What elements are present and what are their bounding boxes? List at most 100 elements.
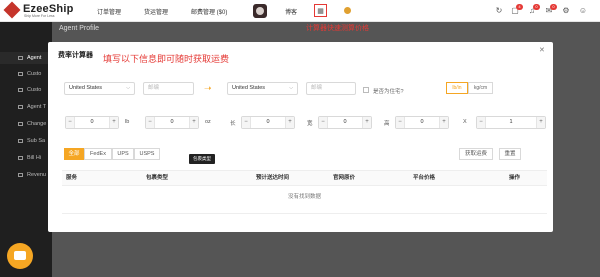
plus-icon[interactable]: + [285,117,294,128]
sidebar-item-label: Revenu [27,172,46,178]
page-title: Agent Profile [59,25,100,32]
sidebar: Agent Custo Custo Agent T Change Sub Sa … [0,22,52,277]
menu-icon [18,139,23,143]
to-country-value: United States [232,85,266,91]
quantity-stepper[interactable]: − 1 + [476,116,546,129]
weight-oz-value[interactable]: 0 [155,117,189,128]
length-value[interactable]: 0 [251,117,285,128]
minus-icon[interactable]: − [146,117,155,128]
length-stepper[interactable]: − 0 + [241,116,295,129]
length-label: 长 [230,121,236,127]
from-zip-input[interactable]: 邮编 [143,82,194,95]
sidebar-item-custom-1[interactable]: Custo [0,68,52,80]
col-actions: 操作 [509,175,521,181]
nav-postage[interactable]: 邮费管理 ($0) [191,7,227,16]
tab-fedex[interactable]: FedEx [84,148,112,160]
gear-icon[interactable]: ⚙ [561,6,571,16]
nav-orders[interactable]: 订单管理 [97,7,121,16]
chevron-down-icon: ⌵ [126,85,130,91]
sidebar-item-change[interactable]: Change [0,118,52,130]
menu-icon [18,122,23,126]
sidebar-item-label: Bill Hi [27,155,42,161]
sidebar-item-label: Sub Sa [27,138,46,144]
document-badge: 4 [516,4,523,10]
plus-icon[interactable]: + [189,117,198,128]
user-icon[interactable]: ☺ [578,6,588,16]
col-package-type: 包裹类型 [146,175,169,181]
menu-icon [18,88,23,92]
col-list-price: 官网原价 [333,175,356,181]
sidebar-item-agent[interactable]: Agent [0,52,52,64]
logo-mark [3,1,21,19]
weight-lb-unit: lb [125,119,130,125]
weight-lb-stepper[interactable]: − 0 + [65,116,119,129]
sidebar-item-custom-2[interactable]: Custo [0,84,52,96]
tab-ups[interactable]: UPS [112,148,134,160]
menu-icon [18,105,23,109]
sidebar-item-revenue[interactable]: Revenu [0,169,52,181]
reset-button[interactable]: 重置 [499,148,521,160]
height-value[interactable]: 0 [405,117,439,128]
width-stepper[interactable]: − 0 + [318,116,372,129]
quantity-label: X [463,119,467,125]
minus-icon[interactable]: − [319,117,328,128]
sidebar-item-label: Custo [27,87,42,93]
package-type-tooltip: 包裹类型 [189,154,215,164]
plus-icon[interactable]: + [362,117,371,128]
residential-checkbox[interactable] [363,87,369,93]
menu-icon [18,156,23,160]
sidebar-item-label: Agent [27,55,42,61]
chevron-down-icon: ⌵ [289,85,293,91]
table-empty-state: 没有找到数据 [62,186,547,214]
coin-icon[interactable] [344,7,351,14]
minus-icon[interactable]: − [66,117,75,128]
brand-logo[interactable]: EzeeShip Ship More For Less [3,1,74,20]
sidebar-item-label: Change [27,121,47,127]
menu-icon [18,173,23,177]
menu-icon [18,72,23,76]
get-rates-button[interactable]: 获取运费 [459,148,493,160]
plus-icon[interactable]: + [439,117,448,128]
width-value[interactable]: 0 [328,117,362,128]
to-zip-input[interactable]: 邮编 [306,82,356,95]
sidebar-item-label: Agent T [27,104,47,110]
unit-kg-cm[interactable]: kg/cm [468,82,493,94]
col-service: 服务 [66,175,78,181]
col-eta: 预计送达时间 [256,175,290,181]
from-country-select[interactable]: United States ⌵ [64,82,135,95]
promo-thumbnail[interactable] [253,4,267,18]
tab-all[interactable]: 全部 [64,148,84,160]
from-country-value: United States [69,85,103,91]
unit-lb-in[interactable]: lb/in [446,82,468,94]
to-country-select[interactable]: United States ⌵ [227,82,298,95]
annotation-fill-info: 填写以下信息即可随时获取运费 [103,54,230,64]
plus-icon[interactable]: + [536,117,545,128]
minus-icon[interactable]: − [396,117,405,128]
sidebar-item-bill[interactable]: Bill Hi [0,152,52,164]
calculator-button[interactable]: ▦ [314,4,327,17]
quantity-value[interactable]: 1 [486,117,536,128]
plus-icon[interactable]: + [109,117,118,128]
sidebar-item-agent-t[interactable]: Agent T [0,101,52,113]
nav-shipping[interactable]: 货运管理 [144,7,168,16]
height-stepper[interactable]: − 0 + [395,116,449,129]
weight-oz-stepper[interactable]: − 0 + [145,116,199,129]
weight-lb-value[interactable]: 0 [75,117,109,128]
sidebar-item-sub[interactable]: Sub Sa [0,135,52,147]
residential-label: 是否为住宅? [373,89,404,95]
width-label: 宽 [307,121,313,127]
close-icon[interactable]: ✕ [539,46,545,54]
refresh-icon[interactable]: ↻ [494,6,504,16]
nav-blog[interactable]: 博客 [285,7,297,16]
chat-icon[interactable] [7,243,33,269]
minus-icon[interactable]: − [242,117,251,128]
col-platform-price: 平台价格 [413,175,436,181]
mail-badge: 0 [550,4,557,10]
tab-usps[interactable]: USPS [134,148,160,160]
weight-oz-unit: oz [205,119,211,125]
arrow-right-icon: ➝ [204,83,212,93]
menu-icon [18,56,23,60]
minus-icon[interactable]: − [477,117,486,128]
height-label: 高 [384,121,390,127]
brand-tagline: Ship More For Less [24,14,55,18]
